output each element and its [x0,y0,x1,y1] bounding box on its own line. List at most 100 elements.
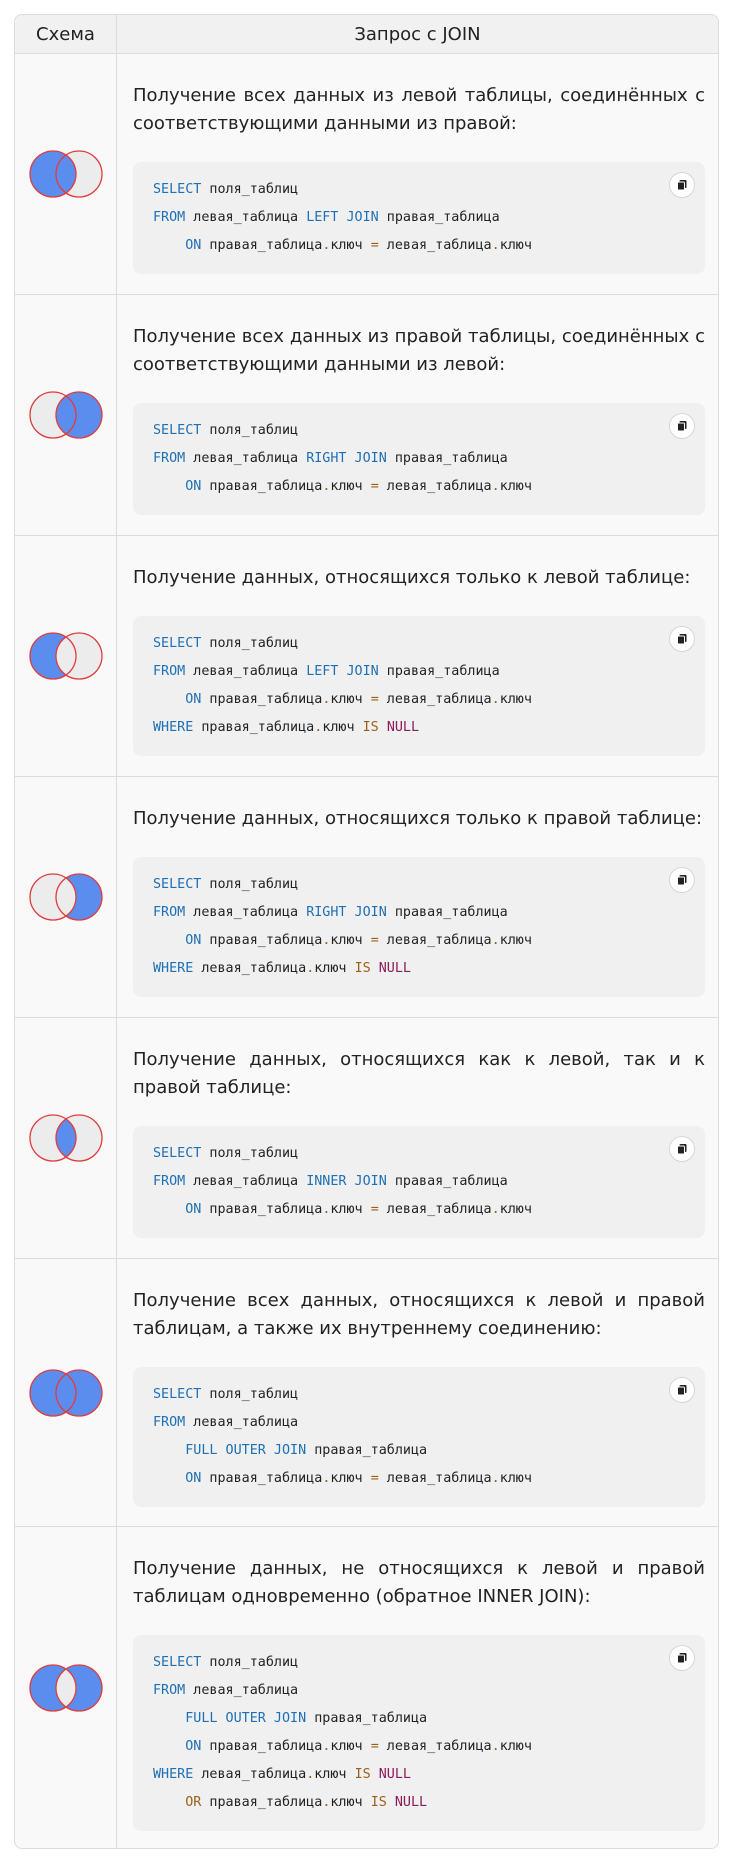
sql-text: правая_таблица [378,210,500,225]
sql-keyword: FULL OUTER JOIN [185,1711,307,1726]
scheme-column-header: Схема [15,15,117,53]
sql-keyword: WHERE [153,720,194,735]
sql-text: ключ [330,933,371,948]
copy-icon[interactable] [669,626,695,652]
sql-null: NULL [394,1795,428,1810]
sql-text: ключ [330,479,371,494]
venn-diagram-left-only [28,632,103,680]
code-line: SELECT поля_таблиц [153,176,685,204]
code-line: FROM левая_таблица [153,1409,685,1437]
sql-text: левая_таблица [378,933,492,948]
join-row-left: Получение всех данных из левой таблицы, … [15,54,718,295]
sql-text: правая_таблица [201,1795,323,1810]
sql-operator: . [491,1202,500,1217]
table-header: Схема Запрос с JOIN [15,15,718,54]
sql-text: левая_таблица [378,1202,492,1217]
join-row-outer-excluding: Получение данных, не относящихся к левой… [15,1527,718,1848]
join-description: Получение данных, относящихся только к л… [133,567,691,588]
scheme-cell [15,536,117,776]
code-line: SELECT поля_таблиц [153,871,685,899]
sql-keyword: WHERE [153,1767,194,1782]
sql-text: левая_таблица [185,1683,299,1698]
sql-operator: IS [362,720,379,735]
copy-icon-glyph [677,1653,687,1664]
sql-keyword: SELECT [153,1146,202,1161]
sql-operator: IS [354,961,371,976]
code-line: ON правая_таблица.ключ = левая_таблица.к… [153,232,685,260]
sql-operator: . [491,1471,500,1486]
join-row-inner: Получение данных, относящихся как к лево… [15,1018,718,1259]
sql-text: ключ [499,1202,532,1217]
sql-null: NULL [386,720,420,735]
code-line: WHERE левая_таблица.ключ IS NULL [153,1761,685,1789]
sql-text: левая_таблица [185,1415,299,1430]
sql-text: поля_таблиц [201,1655,299,1670]
sql-text: поля_таблиц [201,423,299,438]
sql-keyword: FROM [153,664,186,679]
venn-diagram-full [28,1368,103,1417]
sql-text: левая_таблица [193,1767,307,1782]
sql-text: левая_таблица [185,451,307,466]
sql-text: ключ [499,692,532,707]
sql-keyword: SELECT [153,1387,202,1402]
sql-text: поля_таблиц [201,1387,299,1402]
copy-icon[interactable] [669,172,695,198]
join-description: Получение всех данных из правой таблицы,… [133,326,705,375]
sql-null: NULL [378,961,411,976]
sql-keyword: FROM [153,1174,186,1189]
sql-text: ключ [499,933,532,948]
code-line: FROM левая_таблица INNER JOIN правая_таб… [153,1168,685,1196]
query-cell: Получение данных, относящихся только к л… [117,536,718,776]
sql-text: левая_таблица [185,1174,307,1189]
sql-keyword: FROM [153,905,186,920]
sql-text: правая_таблица [201,692,323,707]
copy-icon-glyph [677,875,687,886]
sql-text: правая_таблица [201,933,323,948]
sql-text: левая_таблица [185,905,307,920]
copy-icon[interactable] [669,1136,695,1162]
venn-diagram-outer-excluding [28,1663,103,1712]
sql-text: ключ [330,1739,371,1754]
sql-keyword: SELECT [153,1655,202,1670]
sql-text: правая_таблица [386,451,508,466]
sql-null: NULL [378,1767,411,1782]
join-description: Получение всех данных, относящихся к лев… [133,1290,705,1339]
copy-icon[interactable] [669,1377,695,1403]
join-description: Получение всех данных из левой таблицы, … [133,85,705,134]
query-column-header: Запрос с JOIN [354,23,481,45]
sql-keyword: FROM [153,1683,186,1698]
sql-operator: IS [354,1767,371,1782]
sql-operator: . [491,933,500,948]
sql-code-block: SELECT поля_таблиц FROM левая_таблица LEF… [133,162,705,274]
sql-keyword: ON [185,1202,202,1217]
sql-text: ключ [499,1739,532,1754]
code-line: WHERE правая_таблица.ключ IS NULL [153,714,685,742]
sql-keyword: ON [185,1471,202,1486]
scheme-cell [15,1527,117,1848]
copy-icon[interactable] [669,413,695,439]
copy-icon[interactable] [669,1645,695,1671]
code-line: SELECT поля_таблиц [153,1381,685,1409]
sql-text: правая_таблица [201,479,323,494]
join-row-left-only: Получение данных, относящихся только к л… [15,536,718,777]
copy-icon[interactable] [669,867,695,893]
sql-operator: . [491,479,500,494]
join-description: Получение данных, относящихся только к п… [133,808,703,829]
code-line: FULL OUTER JOIN правая_таблица [153,1437,685,1465]
join-description: Получение данных, не относящихся к левой… [133,1558,705,1607]
sql-text: поля_таблиц [201,1146,299,1161]
sql-text: правая_таблица [201,1202,323,1217]
sql-keyword: RIGHT JOIN [306,905,387,920]
copy-icon-glyph [677,1385,687,1396]
sql-keyword: LEFT JOIN [306,210,379,225]
code-line: OR правая_таблица.ключ IS NULL [153,1789,685,1817]
sql-text: левая_таблица [193,961,307,976]
sql-text: правая_таблица [378,664,500,679]
query-cell: Получение всех данных, относящихся к лев… [117,1259,718,1526]
